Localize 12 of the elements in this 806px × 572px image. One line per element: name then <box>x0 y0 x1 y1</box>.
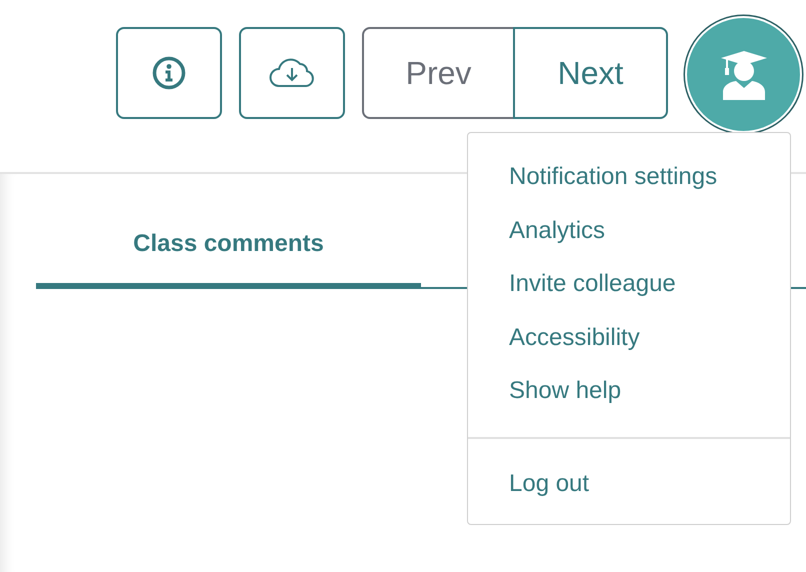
cloud-download-icon <box>269 57 315 89</box>
next-button[interactable]: Next <box>513 27 668 119</box>
info-button[interactable] <box>116 27 222 119</box>
menu-item[interactable]: Analytics <box>468 204 790 257</box>
menu-item[interactable]: Show help <box>468 364 790 418</box>
menu-item[interactable]: Invite colleague <box>468 257 790 310</box>
menu-item[interactable]: Accessibility <box>468 310 790 364</box>
menu-item[interactable]: Log out <box>468 456 790 510</box>
menu-item[interactable]: Notification settings <box>468 150 790 204</box>
info-icon <box>152 56 186 90</box>
tab[interactable]: Class comments <box>36 174 421 289</box>
download-button[interactable] <box>239 27 345 119</box>
